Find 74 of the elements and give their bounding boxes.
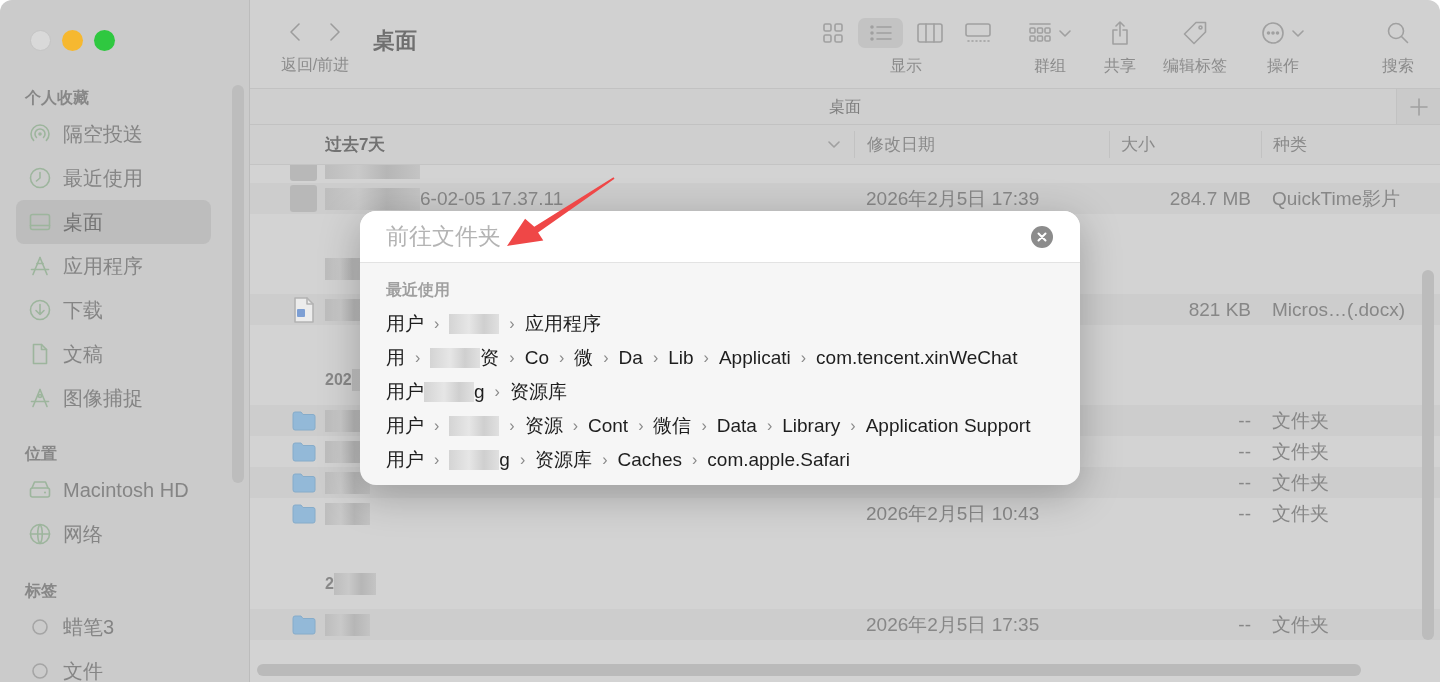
size-cell: -- (1238, 440, 1251, 462)
kind-cell: 文件夹 (1272, 613, 1329, 635)
path-label: 应用程序 (524, 311, 601, 336)
path-separator: › (799, 348, 808, 368)
file-name: 6-02-05 17.37.11 (420, 187, 564, 210)
path-separator: › (508, 416, 516, 436)
path-separator: › (493, 382, 501, 402)
size-cell: -- (1238, 471, 1251, 493)
path-separator: › (765, 416, 774, 436)
path-separator: › (702, 348, 710, 368)
kind-cell: 文件夹 (1272, 409, 1329, 431)
toolbar-label: 显示 (890, 56, 922, 76)
kind-cell: 文件夹 (1272, 471, 1329, 493)
group-header: 202 (325, 370, 352, 390)
path-label: com.tencent.xinWeChat (816, 345, 1018, 370)
path-separator: › (433, 416, 441, 436)
date-cell: 2026年2月5日 17:39 (866, 187, 1040, 209)
path-label: 用户 (386, 413, 424, 438)
path-separator: › (849, 416, 857, 436)
path-label: 用 (386, 345, 405, 370)
path-label: 资源库 (535, 447, 593, 472)
path-separator: › (508, 314, 516, 334)
path-label: 资源 (524, 413, 563, 438)
size-cell: -- (1238, 613, 1251, 635)
size-cell: 284.7 MB (1169, 187, 1251, 209)
kind-cell: Micros…(.docx) (1272, 298, 1405, 320)
path-separator: › (700, 416, 708, 436)
section-header: 标签 (25, 581, 57, 601)
path-label: Cont (588, 413, 629, 438)
path-label: Co (524, 345, 549, 370)
path-separator: › (602, 348, 610, 368)
kind-cell: QuickTime影片 (1272, 187, 1401, 209)
path-label: Da (618, 345, 643, 370)
path-label: Applicati (718, 345, 791, 370)
path-label: 资 (480, 345, 500, 370)
path-label: g (499, 447, 510, 472)
path-separator: › (601, 450, 609, 470)
path-label: 微信 (653, 413, 692, 438)
section-header: 位置 (25, 444, 57, 464)
date-cell: 2026年2月5日 10:43 (866, 502, 1040, 524)
path-separator: › (637, 416, 645, 436)
size-cell: 821 KB (1188, 298, 1251, 320)
path-label: com.apple.Safari (707, 447, 850, 472)
path-label: Library (782, 413, 841, 438)
path-separator: › (571, 416, 579, 436)
path-label: 用户 (386, 447, 424, 472)
path-label: Caches (617, 447, 682, 472)
path-separator: › (691, 450, 699, 470)
path-separator: › (508, 348, 516, 368)
group-header: 过去7天 (325, 133, 386, 156)
section-header: 个人收藏 (25, 88, 89, 108)
path-label: 用户 (386, 311, 424, 336)
toolbar-label: 返回/前进 (280, 55, 350, 75)
path-label: 用户 (386, 379, 424, 404)
path-separator: › (651, 348, 660, 368)
path-separator: › (557, 348, 566, 368)
path-label: g (474, 379, 485, 404)
size-cell: -- (1238, 409, 1251, 431)
section-header: 最近使用 (386, 280, 450, 300)
path-separator: › (414, 348, 422, 368)
size-cell: -- (1238, 502, 1251, 524)
path-label: 资源库 (509, 379, 567, 404)
kind-cell: 文件夹 (1272, 502, 1329, 524)
path-label: 微 (574, 345, 594, 370)
group-header: 2 (325, 574, 334, 594)
window-title: 桌面 (373, 28, 417, 54)
path-label: Data (716, 413, 757, 438)
path-label: Lib (668, 345, 694, 370)
date-cell: 2026年2月5日 17:35 (866, 613, 1040, 635)
path-separator: › (518, 450, 527, 470)
path-separator: › (433, 314, 441, 334)
path-separator: › (433, 450, 441, 470)
kind-cell: 文件夹 (1272, 440, 1329, 462)
path-label: Application Support (865, 413, 1031, 438)
